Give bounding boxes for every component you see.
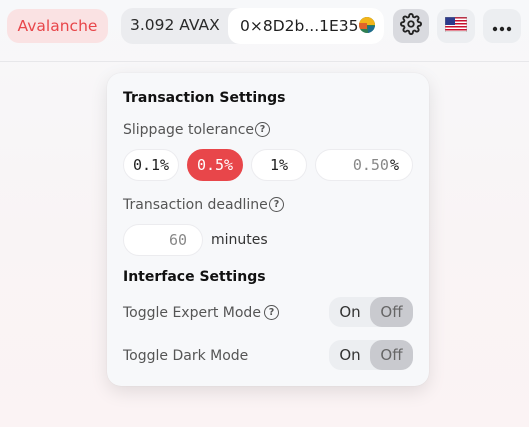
network-label: Avalanche — [17, 17, 98, 35]
language-button[interactable] — [437, 9, 475, 43]
expert-mode-help-icon[interactable]: ? — [264, 305, 279, 320]
custom-slippage-input[interactable]: 0.50 % — [315, 149, 413, 181]
dark-mode-off-option[interactable]: Off — [370, 340, 413, 370]
custom-slippage-unit: % — [389, 156, 399, 174]
deadline-input[interactable]: 60 — [123, 224, 203, 256]
slippage-option-0-5[interactable]: 0.5% — [187, 149, 243, 181]
expert-mode-toggle[interactable]: On Off — [329, 297, 413, 327]
account-avatar-icon — [359, 17, 375, 33]
network-badge[interactable]: Avalanche — [7, 9, 108, 43]
expert-mode-on-option[interactable]: On — [329, 297, 371, 327]
more-menu-button[interactable] — [483, 9, 521, 43]
slippage-option-0-1[interactable]: 0.1% — [123, 149, 179, 181]
expert-mode-off-option[interactable]: Off — [370, 297, 413, 327]
address-text: 0×8D2b...1E35 — [240, 17, 359, 35]
slippage-option-1[interactable]: 1% — [251, 149, 307, 181]
custom-slippage-value: 0.50 — [352, 156, 389, 174]
expert-mode-label: Toggle Expert Mode — [123, 305, 261, 321]
deadline-label: Transaction deadline — [123, 197, 268, 213]
top-bar: Avalanche 3.092 AVAX 0×8D2b...1E35 — [0, 0, 529, 58]
account-pill[interactable]: 3.092 AVAX 0×8D2b...1E35 — [121, 8, 384, 44]
deadline-value: 60 — [168, 231, 187, 249]
dark-mode-label: Toggle Dark Mode — [123, 348, 249, 364]
top-bar-divider — [0, 61, 529, 62]
deadline-unit: minutes — [211, 232, 268, 248]
dark-mode-on-option[interactable]: On — [329, 340, 371, 370]
us-flag-icon — [444, 16, 468, 36]
deadline-help-icon[interactable]: ? — [269, 197, 284, 212]
dark-mode-toggle[interactable]: On Off — [329, 340, 413, 370]
settings-button[interactable] — [393, 9, 429, 43]
transaction-settings-heading: Transaction Settings — [123, 90, 286, 106]
settings-panel: Transaction Settings Slippage tolerance … — [107, 73, 429, 386]
balance-text: 3.092 AVAX — [130, 16, 220, 34]
address-button[interactable]: 0×8D2b...1E35 — [228, 8, 384, 44]
slippage-label: Slippage tolerance — [123, 122, 255, 138]
more-dots-icon — [492, 17, 512, 36]
gear-icon — [400, 13, 422, 39]
interface-settings-heading: Interface Settings — [123, 269, 266, 285]
slippage-help-icon[interactable]: ? — [255, 122, 270, 137]
